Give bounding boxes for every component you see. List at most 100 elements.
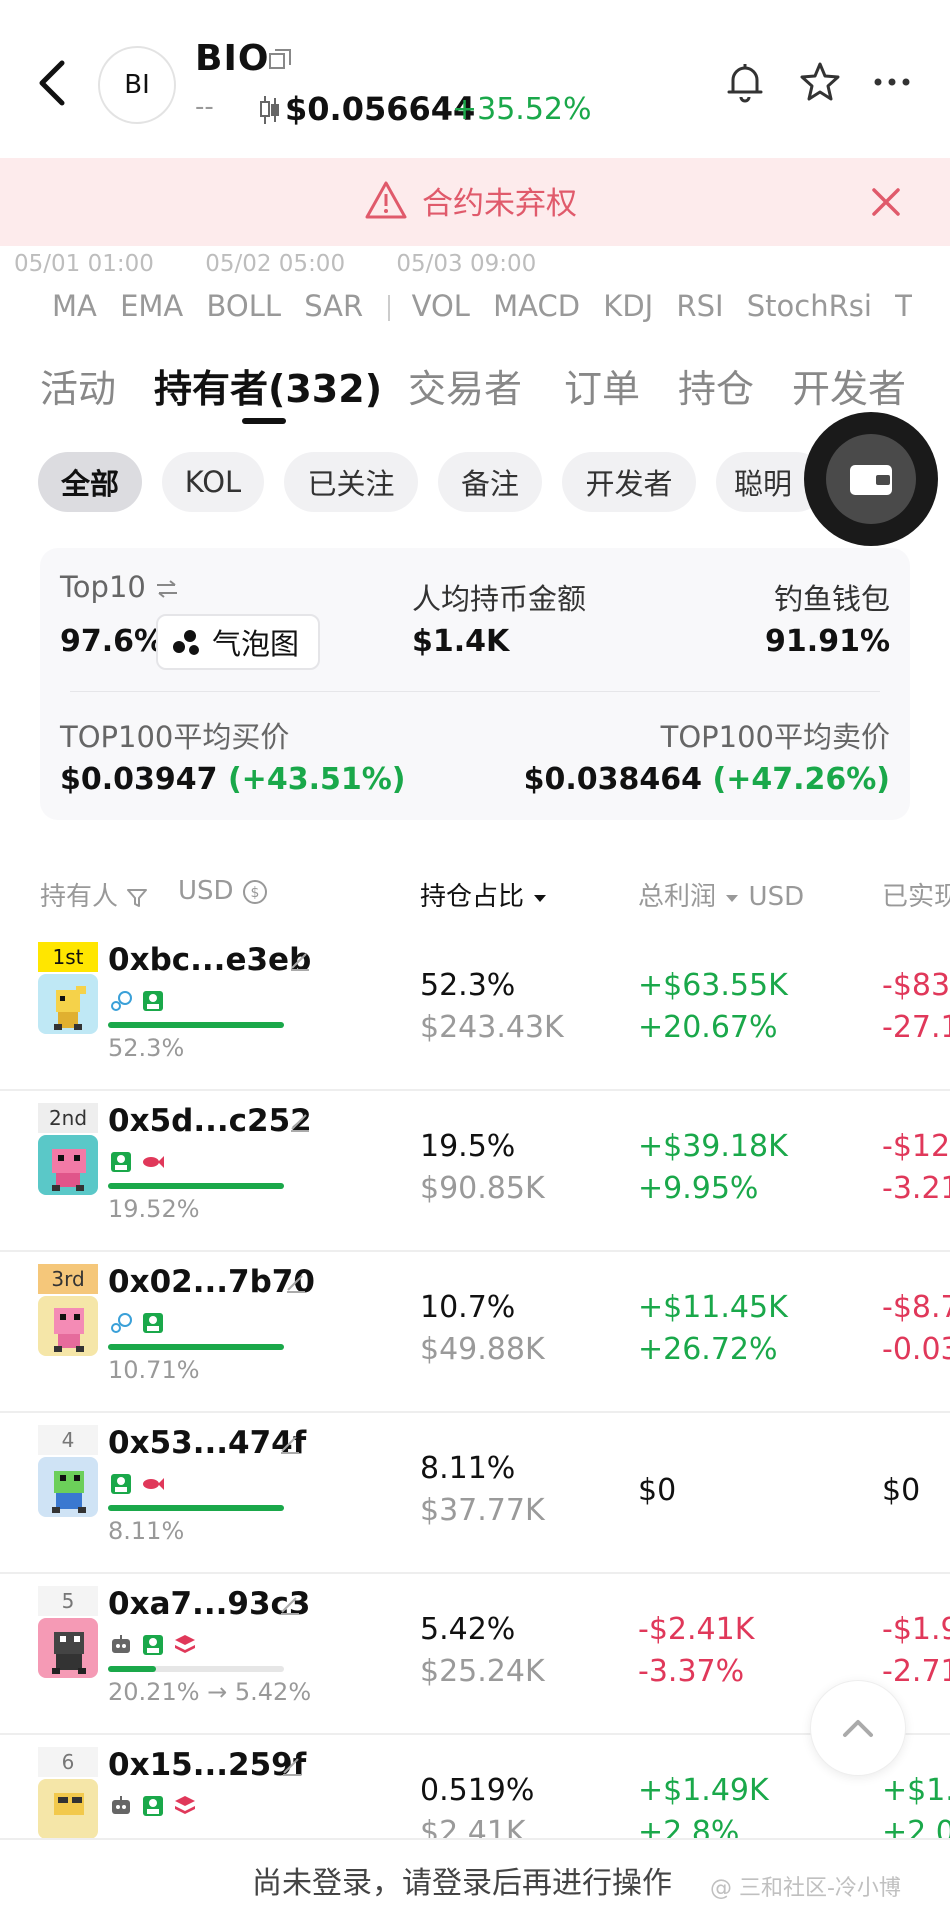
wallet-float-button[interactable]: [804, 412, 938, 546]
robot-icon: [112, 1796, 130, 1814]
indicator-rsi[interactable]: RSI: [676, 289, 723, 323]
table-row[interactable]: 4 0x53...474f 8.11% 8.11% $37.77K $0 $0: [0, 1413, 950, 1574]
indicator-boll[interactable]: BOLL: [206, 289, 281, 323]
indicator-ema[interactable]: EMA: [120, 289, 183, 323]
position-usd: $49.88K: [420, 1332, 545, 1367]
close-icon[interactable]: [866, 182, 906, 222]
tab-positions[interactable]: 持仓: [678, 358, 754, 413]
col-position-label: 持仓占比: [420, 882, 525, 912]
position-percent: 0.519%: [420, 1773, 535, 1808]
col-position[interactable]: 持仓占比: [420, 876, 548, 913]
total-profit-percent: +26.72%: [638, 1332, 778, 1367]
rank-badge: 3rd: [38, 1264, 98, 1294]
indicator-ma[interactable]: MA: [52, 289, 97, 323]
filter-chip-all[interactable]: 全部: [38, 452, 142, 512]
back-arrow-icon[interactable]: [34, 55, 74, 111]
holding-bar: [108, 1505, 284, 1511]
col-usd-label: USD: [178, 876, 234, 906]
holding-bar: [108, 1666, 284, 1672]
indicator-sar[interactable]: SAR: [304, 289, 363, 323]
swap-icon[interactable]: [155, 579, 179, 599]
edit-icon[interactable]: [288, 1109, 312, 1133]
scroll-to-top-button[interactable]: [810, 1680, 906, 1776]
total-profit: $0: [638, 1473, 677, 1508]
login-prompt-bar[interactable]: 尚未登录，请登录后再进行操作 @ 三和社区-冷小博: [0, 1838, 950, 1920]
holder-address[interactable]: 0x15...259f: [108, 1747, 306, 1783]
total-profit-percent: +20.67%: [638, 1010, 778, 1045]
edit-icon[interactable]: [284, 1270, 308, 1294]
indicator-vol[interactable]: VOL: [412, 289, 470, 323]
filter-chip-followed[interactable]: 已关注: [284, 452, 418, 512]
col-holder[interactable]: 持有人: [40, 876, 148, 913]
token-avatar-text: BI: [124, 70, 150, 100]
holder-tags: [108, 1149, 166, 1177]
total-profit: +$63.55K: [638, 968, 788, 1003]
bubble-icon: [173, 630, 199, 655]
more-icon[interactable]: [868, 58, 916, 106]
col-profit[interactable]: 总利润 USD: [638, 876, 804, 913]
filter-chip-kol[interactable]: KOL: [162, 452, 264, 512]
time-label: 05/01 01:00: [14, 251, 154, 277]
phishing-wallet-label: 钓鱼钱包: [773, 582, 890, 616]
total-profit: +$39.18K: [638, 1129, 788, 1164]
avg-amount-value: $1.4K: [412, 624, 510, 659]
table-row[interactable]: 1st 0xbc...e3eb 52.3% 52.3% $243.43K +$6…: [0, 930, 950, 1091]
position-percent: 10.7%: [420, 1290, 516, 1325]
user-icon: [143, 1313, 163, 1333]
indicator-stochrsi[interactable]: StochRsi: [747, 289, 872, 323]
top100-buy-change: (+43.51%): [227, 762, 406, 797]
stats-divider: [70, 691, 880, 692]
tab-traders[interactable]: 交易者: [408, 358, 522, 413]
top100-buy-price: $0.03947: [60, 762, 218, 797]
avg-amount-label: 人均持币金额: [412, 582, 587, 616]
edit-icon[interactable]: [288, 948, 312, 972]
star-icon[interactable]: [796, 58, 844, 106]
filter-icon[interactable]: [126, 887, 148, 909]
svg-text:$: $: [250, 885, 259, 901]
time-label: 05/02 05:00: [205, 251, 346, 277]
tab-holders[interactable]: 持有者(332): [154, 358, 382, 413]
user-icon: [143, 991, 163, 1011]
edit-icon[interactable]: [280, 1753, 304, 1777]
holder-tags: [108, 1632, 198, 1660]
token-avatar: BI: [98, 46, 176, 124]
holder-avatar: [38, 974, 98, 1034]
realized-profit-percent: -0.03: [882, 1332, 950, 1367]
table-row[interactable]: 5 0xa7...93c3 20.21% → 5.42% 5.42% $25.2…: [0, 1574, 950, 1735]
indicator-trix[interactable]: TRIX: [895, 289, 912, 323]
realized-profit: -$1.9: [882, 1612, 950, 1647]
edit-icon[interactable]: [278, 1431, 302, 1455]
holder-address[interactable]: 0x53...474f: [108, 1425, 306, 1461]
filter-chip-notes[interactable]: 备注: [438, 452, 542, 512]
tab-orders[interactable]: 订单: [564, 358, 640, 413]
candlestick-icon: [260, 96, 279, 124]
position-usd: $90.85K: [420, 1171, 545, 1206]
holder-address[interactable]: 0xbc...e3eb: [108, 942, 311, 978]
warning-icon: [365, 181, 407, 219]
edit-icon[interactable]: [278, 1592, 302, 1616]
copy-icon[interactable]: [268, 48, 292, 72]
holder-avatar: [38, 1779, 98, 1839]
col-realized[interactable]: 已实现: [882, 876, 950, 913]
bell-icon[interactable]: [721, 58, 769, 106]
holding-bar-fill: [108, 1666, 156, 1672]
table-row[interactable]: 2nd 0x5d...c252 19.52% 19.5% $90.85K +$3…: [0, 1091, 950, 1252]
total-profit: -$2.41K: [638, 1612, 755, 1647]
indicator-macd[interactable]: MACD: [493, 289, 580, 323]
bubble-chart-button[interactable]: 气泡图: [156, 614, 320, 670]
tab-activity[interactable]: 活动: [40, 358, 116, 413]
rank-badge: 6: [38, 1747, 98, 1777]
table-row[interactable]: 3rd 0x02...7b70 10.71% 10.7% $49.88K +$1…: [0, 1252, 950, 1413]
col-usd-toggle[interactable]: USD $: [178, 876, 268, 906]
holder-address[interactable]: 0x5d...c252: [108, 1103, 312, 1139]
filter-chip-developer[interactable]: 开发者: [562, 452, 696, 512]
indicator-kdj[interactable]: KDJ: [603, 289, 653, 323]
user-icon: [143, 1635, 163, 1655]
sort-down-icon: [726, 894, 739, 902]
robot-icon: [112, 1635, 130, 1653]
holding-percent: 10.71%: [108, 1356, 200, 1384]
tab-developers[interactable]: 开发者: [792, 358, 906, 413]
position-percent: 52.3%: [420, 968, 516, 1003]
holder-tags: [108, 1310, 166, 1338]
chart-time-axis: 05/01 01:00 05/02 05:00 05/03 09:00: [14, 251, 580, 277]
